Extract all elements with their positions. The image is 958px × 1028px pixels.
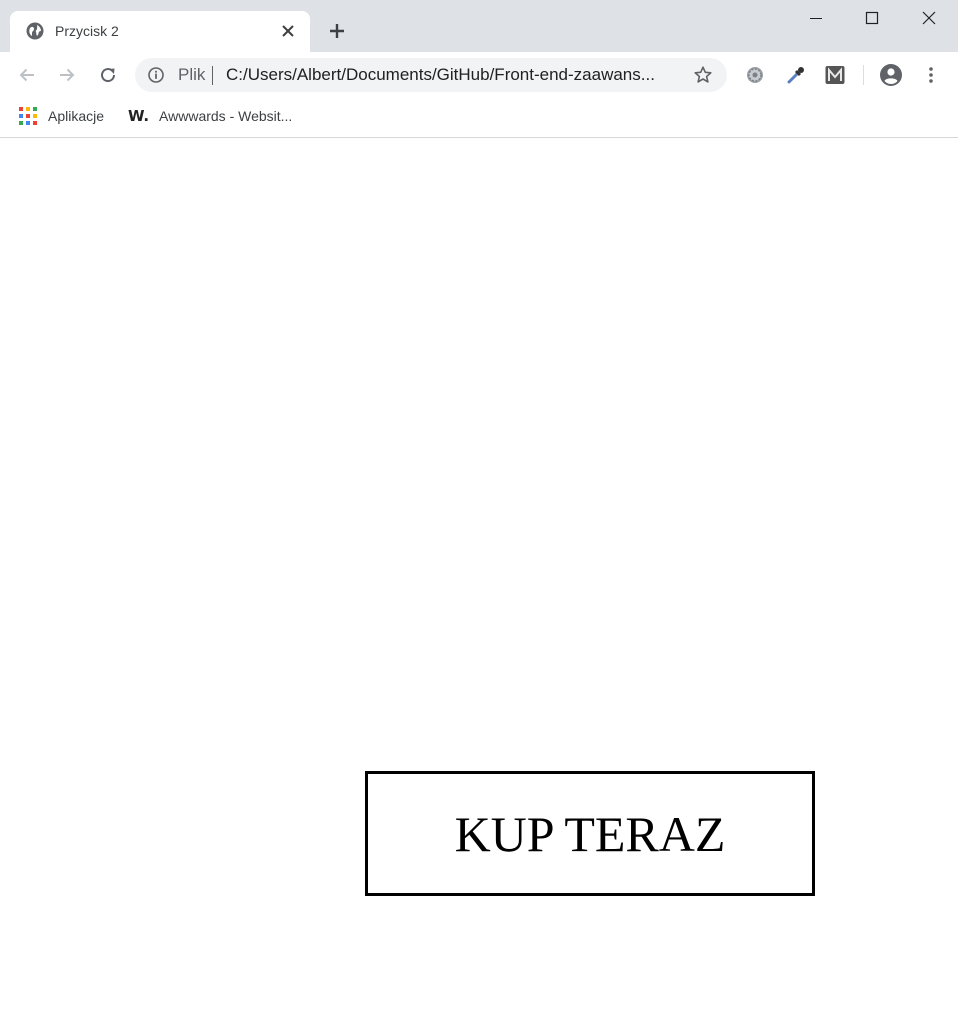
bookmarks-bar: Aplikacje W. Awwwards - Websit... xyxy=(0,98,958,138)
reload-button[interactable] xyxy=(96,63,120,87)
omnibox-separator xyxy=(212,66,213,85)
m-extension-icon xyxy=(825,66,845,84)
apps-grid-icon xyxy=(19,107,37,125)
page-content: KUP TERAZ xyxy=(0,139,958,1028)
extensions-separator xyxy=(863,65,864,85)
account-circle-icon xyxy=(880,64,902,86)
info-icon[interactable] xyxy=(147,66,165,84)
gear-extension-icon xyxy=(747,67,763,83)
profile-button[interactable] xyxy=(879,63,903,87)
eyedropper-extension-icon xyxy=(787,67,804,84)
tab-title: Przycisk 2 xyxy=(55,23,119,39)
url-text[interactable]: C:/Users/Albert/Documents/GitHub/Front-e… xyxy=(226,65,655,85)
minimize-icon xyxy=(810,18,822,19)
arrow-left-icon xyxy=(19,68,34,82)
buy-now-button[interactable]: KUP TERAZ xyxy=(365,771,815,896)
extension-eyedropper-button[interactable] xyxy=(784,63,808,87)
plus-icon[interactable] xyxy=(326,20,348,42)
maximize-icon xyxy=(865,11,879,25)
tab-strip: Przycisk 2 xyxy=(0,0,958,52)
browser-toolbar: Plik C:/Users/Albert/Documents/GitHub/Fr… xyxy=(0,52,958,98)
reload-icon xyxy=(101,68,116,83)
menu-button[interactable] xyxy=(919,63,943,87)
close-icon xyxy=(922,11,936,25)
tab-close-icon[interactable] xyxy=(280,23,296,39)
star-icon[interactable] xyxy=(693,65,713,85)
minimize-button[interactable] xyxy=(794,0,838,36)
close-window-button[interactable] xyxy=(907,0,951,36)
awwwards-logo-icon: W. xyxy=(128,107,150,125)
extension-m-button[interactable] xyxy=(823,63,847,87)
scheme-label: Plik xyxy=(178,65,206,84)
extension-gear-button[interactable] xyxy=(743,63,767,87)
globe-icon xyxy=(26,22,44,40)
kebab-menu-icon xyxy=(929,67,933,83)
bookmark-label: Aplikacje xyxy=(48,108,105,124)
arrow-right-icon xyxy=(60,68,75,82)
maximize-button[interactable] xyxy=(850,0,894,36)
address-bar[interactable]: Plik C:/Users/Albert/Documents/GitHub/Fr… xyxy=(135,58,727,92)
bookmark-awwwards[interactable]: W. Awwwards - Websit... xyxy=(128,106,292,126)
back-button[interactable] xyxy=(15,63,39,87)
forward-button[interactable] xyxy=(55,63,79,87)
bookmark-label: Awwwards - Websit... xyxy=(159,108,293,124)
browser-tab[interactable]: Przycisk 2 xyxy=(10,11,310,52)
bookmark-apps[interactable]: Aplikacje xyxy=(19,106,104,126)
